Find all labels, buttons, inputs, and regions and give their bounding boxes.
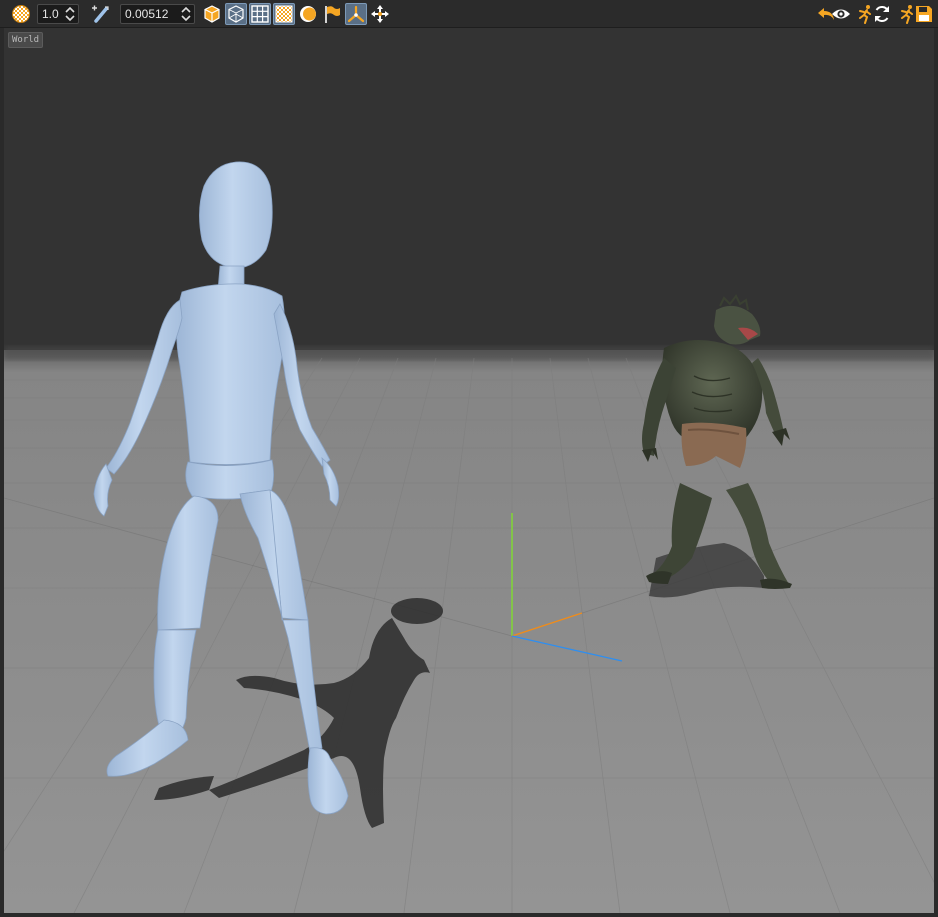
solid-cube-icon[interactable]	[201, 3, 223, 25]
step-spinbox[interactable]: 0.00512	[120, 4, 195, 24]
sky-background	[4, 28, 934, 352]
floor-plane	[4, 350, 934, 913]
app-window: 1.0 0.00512 World	[0, 0, 938, 917]
viewport-toolbar: 1.0 0.00512	[0, 0, 938, 28]
wire-cube-icon[interactable]	[225, 3, 247, 25]
coordinate-space-label[interactable]: World	[8, 32, 44, 48]
viewport-scene	[4, 28, 934, 913]
scale-spinbox[interactable]: 1.0	[37, 4, 79, 24]
move-arrows-icon[interactable]	[369, 3, 391, 25]
bone-pen-icon[interactable]	[89, 3, 111, 25]
3d-viewport[interactable]: World	[4, 28, 934, 913]
grid-icon[interactable]	[249, 3, 271, 25]
light-disk-icon[interactable]	[297, 3, 319, 25]
mannequin-torso	[176, 283, 285, 465]
step-value: 0.00512	[125, 7, 169, 21]
skeleton-axes-icon[interactable]	[345, 3, 367, 25]
eye-icon[interactable]	[830, 3, 852, 25]
horizon-fade	[4, 346, 934, 360]
save-icon[interactable]	[913, 3, 935, 25]
checker-floor-icon[interactable]	[273, 3, 295, 25]
checker-sphere-icon[interactable]	[10, 3, 32, 25]
spin-arrows-icon[interactable]	[181, 6, 191, 22]
flag-icon[interactable]	[321, 3, 343, 25]
mannequin-head	[199, 161, 273, 269]
spin-arrows-icon[interactable]	[65, 6, 75, 22]
refresh-icon[interactable]	[871, 3, 893, 25]
scale-value: 1.0	[42, 7, 59, 21]
